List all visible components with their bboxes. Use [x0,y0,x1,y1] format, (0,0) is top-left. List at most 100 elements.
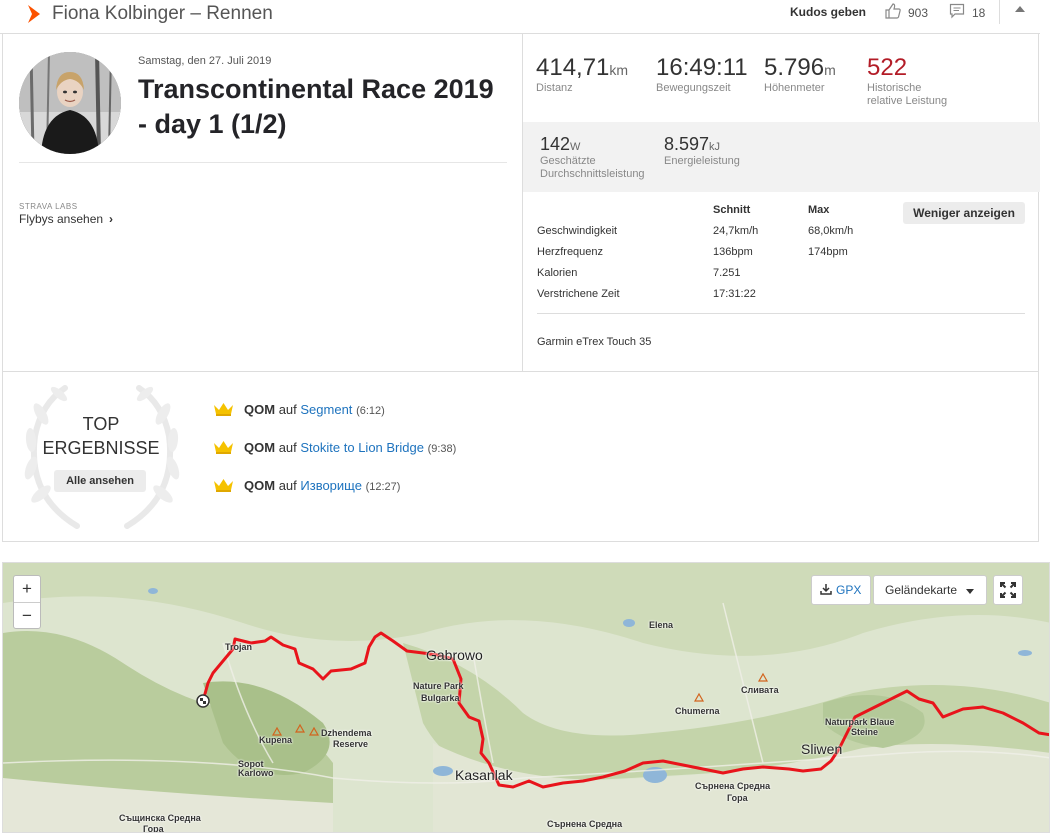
comment-icon[interactable] [949,3,965,19]
place-label: Dzhendema [321,728,372,738]
chevron-right-icon: › [109,212,114,226]
stat-value: 414,71 [536,54,610,81]
activity-date: Samstag, den 27. Juli 2019 [138,55,272,67]
title-line: ERGEBNISSE [42,438,160,458]
stat-label: Distanz [536,82,573,94]
strava-labs-label: STRAVA LABS [19,202,78,211]
top-results-title: TOP ERGEBNISSE [21,412,181,460]
route-map[interactable]: + − GPX Geländekarte Trojan Gabrowo Natu… [2,562,1050,833]
stat-value: 5.796 [764,54,825,81]
place-label: Сливата [741,685,779,695]
activity-header: Fiona Kolbinger – Rennen Kudos geben 903… [0,0,1040,34]
map-type-dropdown[interactable]: Geländekarte [873,575,987,605]
qom-badge: QOM [244,478,276,493]
qom-badge: QOM [244,440,276,455]
place-label: Kupena [259,735,293,745]
device-name: Garmin eTrex Touch 35 [537,336,652,348]
give-kudos-button[interactable]: Kudos geben [790,5,866,19]
place-label: Kasanlak [455,767,513,783]
stat-label: relative Leistung [867,95,948,107]
stat-value: 142 [540,134,571,154]
divider [537,313,1025,314]
row-avg: 136bpm [713,246,753,258]
stat-label: Energieleistung [664,155,740,167]
row-avg: 7.251 [713,267,741,279]
crown-icon [214,403,233,416]
row-label: Verstrichene Zeit [537,288,620,300]
kudos-count[interactable]: 903 [908,6,928,20]
segment-time: (12:27) [365,481,401,493]
avatar[interactable] [19,52,121,154]
crown-icon [214,441,233,454]
place-label: Elena [649,620,674,630]
list-item: QOM auf Stokite to Lion Bridge (9:38) [213,440,456,455]
thumbs-up-icon[interactable] [884,2,902,20]
flybys-link[interactable]: Flybys ansehen › [19,212,113,226]
gpx-label: GPX [836,583,862,597]
page-title: Fiona Kolbinger – Rennen [52,3,273,24]
place-label: Reserve [333,739,369,749]
stat-moving-time: 16:49:11 Bewegungszeit [656,54,748,95]
place-label: Gabrowo [426,647,483,663]
divider [19,162,507,163]
stat-power: 142W Geschätzte Durchschnittsleistung [540,134,645,181]
chevron-up-icon [1015,6,1025,12]
activity-card: Samstag, den 27. Juli 2019 Transcontinen… [2,34,1040,542]
row-max: 174bpm [808,246,848,258]
place-label: Същинска Средна [119,813,201,823]
row-label: Geschwindigkeit [537,225,618,237]
list-item: QOM auf Segment (6:12) [213,402,385,417]
show-less-button[interactable]: Weniger anzeigen [903,202,1025,224]
zoom-out-button[interactable]: − [14,602,40,628]
column-header-max: Max [808,204,830,216]
caret-down-icon [966,589,974,594]
segment-time: (9:38) [427,443,457,455]
stat-unit: km [609,62,629,78]
map-type-label: Geländekarte [885,583,958,597]
qom-prefix: auf [278,402,297,417]
stat-elevation: 5.796m Höhenmeter [764,54,836,95]
comment-count[interactable]: 18 [972,6,985,20]
stat-unit: m [824,62,836,78]
place-label: Trojan [225,642,253,652]
zoom-control: + − [13,575,41,629]
athlete-photo [19,52,121,154]
place-label: Naturpark Blaue [825,717,895,727]
row-avg: 24,7km/h [713,225,759,237]
stat-distance: 414,71km Distanz [536,54,628,95]
stat-label: Historische [867,82,922,94]
segment-link[interactable]: Изворище [300,478,362,493]
place-label: Гора [143,824,164,833]
place-label: Сърнена Средна [695,781,771,791]
view-all-button[interactable]: Alle ansehen [54,470,146,492]
flybys-label: Flybys ansehen [19,212,104,226]
secondary-stats: 142W Geschätzte Durchschnittsleistung 8.… [523,122,1040,192]
column-header-avg: Schnitt [713,204,751,216]
stat-energy: 8.597kJ Energieleistung [664,134,740,168]
stat-value: 522 [867,54,908,81]
fullscreen-button[interactable] [993,575,1023,605]
row-max: 68,0km/h [808,225,854,237]
download-icon [820,584,832,595]
stats-panel: 414,71km Distanz 16:49:11 Bewegungszeit … [522,34,1040,371]
gpx-download-button[interactable]: GPX [811,575,871,605]
stat-label: Geschätzte [540,155,596,167]
place-label: Sliwen [801,741,843,757]
qom-prefix: auf [278,478,297,493]
segment-link[interactable]: Segment [300,402,352,417]
fullscreen-icon [1000,582,1016,598]
segment-time: (6:12) [356,405,385,417]
zoom-in-button[interactable]: + [14,576,40,602]
qom-badge: QOM [244,402,276,417]
stat-label: Bewegungszeit [656,82,731,94]
collapse-button[interactable] [999,0,1039,24]
top-results-section: TOP ERGEBNISSE Alle ansehen QOM auf Segm… [3,371,1039,541]
stat-unit: W [570,141,581,153]
place-label: Steine [851,727,879,737]
stat-label: Durchschnittsleistung [540,168,645,180]
activity-type-icon [28,5,40,23]
stat-value: 16:49:11 [656,54,748,81]
stat-relative-effort[interactable]: 522 Historische relative Leistung [867,54,947,108]
place-label: Karlowo [238,768,274,778]
segment-link[interactable]: Stokite to Lion Bridge [300,440,424,455]
